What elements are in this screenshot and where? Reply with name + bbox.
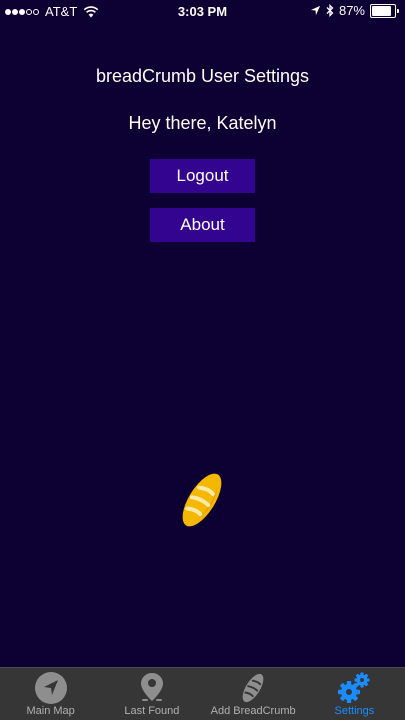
tab-add-breadcrumb[interactable]: Add BreadCrumb [203,668,304,720]
settings-screen: AT&T 3:03 PM 87% breadCrumb User Setting… [0,0,405,720]
map-pin-icon [140,673,163,701]
bluetooth-icon [326,4,334,17]
battery-icon [370,3,399,18]
about-button[interactable]: About [150,208,255,242]
page-title: breadCrumb User Settings [95,66,310,86]
tab-label: Last Found [124,705,180,717]
tab-label: Add BreadCrumb [210,705,296,717]
bread-logo-icon [182,473,222,527]
bread-icon [242,673,264,703]
tab-bar: Main Map Last Found Add BreadCrumb Setti… [0,667,405,720]
tab-label: Settings [334,705,375,717]
gears-icon [338,672,370,703]
tab-settings[interactable]: Settings [304,668,405,720]
tab-label: Main Map [26,705,75,717]
battery-percent: 87% [338,3,365,18]
navigation-arrow-icon [34,672,67,704]
status-right: 87% [310,3,399,18]
tab-main-map[interactable]: Main Map [0,668,101,720]
location-services-icon [310,5,321,16]
logout-button[interactable]: Logout [150,159,255,193]
user-greeting: Hey there, Katelyn [128,113,277,133]
battery-fill [372,5,392,16]
tab-last-found[interactable]: Last Found [101,668,202,720]
status-bar: AT&T 3:03 PM 87% [0,0,405,24]
